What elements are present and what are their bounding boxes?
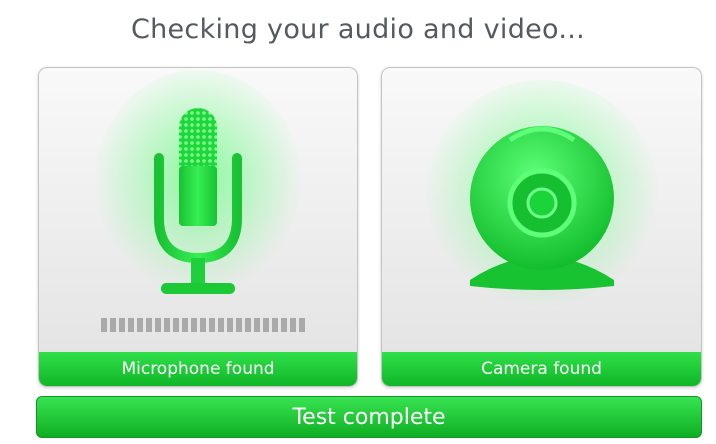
level-meter-segment bbox=[236, 318, 242, 332]
level-meter-segment bbox=[101, 318, 107, 332]
level-meter-segment bbox=[218, 318, 224, 332]
level-meter-segment bbox=[209, 318, 215, 332]
level-meter-segment bbox=[173, 318, 179, 332]
microphone-status-label: Microphone found bbox=[39, 352, 357, 386]
level-meter-segment bbox=[164, 318, 170, 332]
microphone-check-panel: Microphone found bbox=[38, 67, 358, 387]
microphone-level-meter bbox=[101, 318, 306, 332]
level-meter-segment bbox=[227, 318, 233, 332]
webcam-icon bbox=[424, 80, 660, 320]
test-status-bar: Test complete bbox=[36, 396, 702, 438]
level-meter-segment bbox=[155, 318, 161, 332]
level-meter-segment bbox=[254, 318, 260, 332]
microphone-icon bbox=[93, 70, 303, 306]
level-meter-segment bbox=[263, 318, 269, 332]
level-meter-segment bbox=[245, 318, 251, 332]
level-meter-segment bbox=[128, 318, 134, 332]
level-meter-segment bbox=[110, 318, 116, 332]
level-meter-segment bbox=[137, 318, 143, 332]
level-meter-segment bbox=[281, 318, 287, 332]
camera-status-label: Camera found bbox=[382, 352, 701, 386]
level-meter-segment bbox=[272, 318, 278, 332]
level-meter-segment bbox=[299, 318, 305, 332]
page-title: Checking your audio and video... bbox=[130, 14, 586, 45]
level-meter-segment bbox=[191, 318, 197, 332]
level-meter-segment bbox=[119, 318, 125, 332]
level-meter-segment bbox=[290, 318, 296, 332]
level-meter-segment bbox=[182, 318, 188, 332]
camera-check-panel: Camera found bbox=[381, 67, 702, 387]
level-meter-segment bbox=[146, 318, 152, 332]
level-meter-segment bbox=[200, 318, 206, 332]
